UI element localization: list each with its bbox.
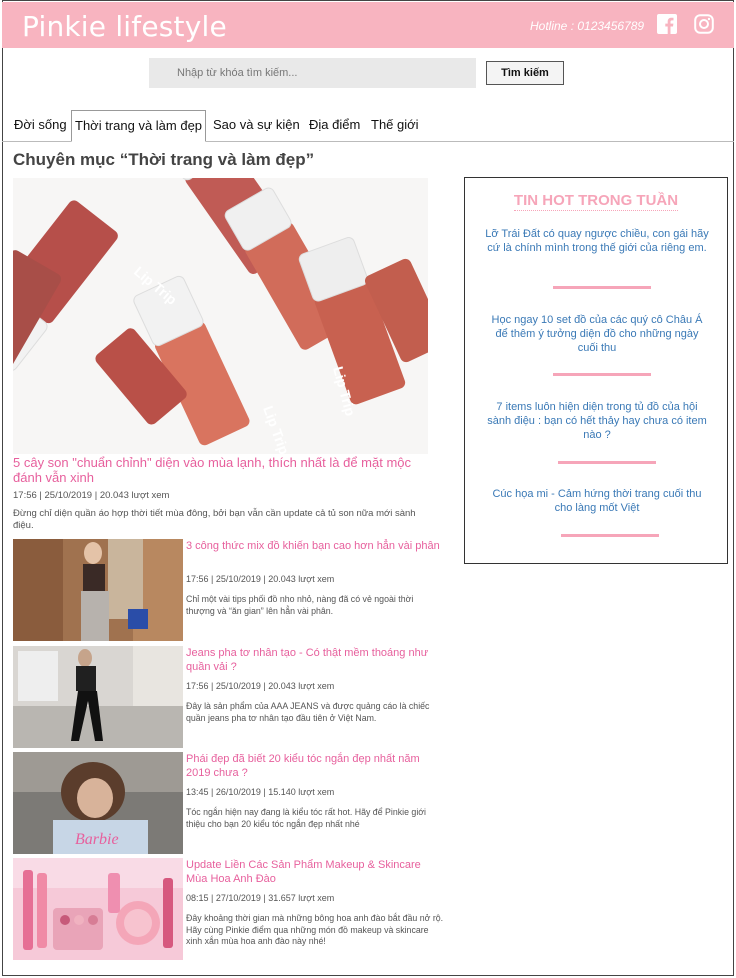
article-thumbnail[interactable] — [13, 858, 183, 960]
search-button[interactable]: Tìm kiếm — [486, 61, 564, 85]
facebook-icon[interactable] — [657, 14, 677, 34]
hotline-text: Hotline : 0123456789 — [530, 19, 645, 33]
tab-sao-su-kien[interactable]: Sao và sự kiện — [210, 110, 303, 141]
hot-news-link[interactable]: Lỡ Trái Đất có quay ngược chiều, con gái… — [485, 227, 709, 255]
article-thumbnail[interactable] — [13, 539, 183, 641]
article-meta: 08:15 | 27/10/2019 | 31.657 lượt xem — [186, 893, 335, 903]
hot-news-link[interactable]: 7 items luôn hiện diện trong tủ đồ của h… — [485, 400, 709, 442]
hero-article-title[interactable]: 5 cây son "chuẩn chỉnh" diện vào mùa lạn… — [13, 455, 433, 485]
hero-lipstick-image[interactable]: Lip Trip Lip Trip Lip Trip — [13, 178, 428, 454]
tab-the-gioi[interactable]: Thế giới — [368, 110, 422, 141]
divider — [558, 461, 656, 464]
article-title[interactable]: 3 công thức mix đồ khiến bạn cao hơn hẳn… — [186, 539, 444, 553]
hero-article-desc: Đừng chỉ diện quần áo hợp thời tiết mùa … — [13, 508, 416, 531]
article-item[interactable]: Barbie Phái đẹp đã biết 20 kiểu tóc ngắn… — [13, 752, 443, 854]
divider — [553, 286, 651, 289]
site-logo[interactable]: Pinkie lifestyle — [22, 10, 227, 43]
article-thumbnail[interactable] — [13, 646, 183, 748]
instagram-icon[interactable] — [694, 14, 714, 34]
tab-dia-diem[interactable]: Địa điểm — [306, 110, 363, 141]
tab-doi-song[interactable]: Đời sống — [11, 110, 70, 141]
article-thumbnail[interactable]: Barbie — [13, 752, 183, 854]
article-desc: Đây là sản phẩm của AAA JEANS và được qu… — [186, 701, 430, 723]
article-item[interactable]: Jeans pha tơ nhân tạo - Có thật mềm thoá… — [13, 646, 443, 748]
sidebar-title: TIN HOT TRONG TUẦN — [465, 192, 727, 211]
hot-news-link[interactable]: Học ngay 10 set đồ của các quý cô Châu Á… — [485, 313, 709, 355]
article-meta: 17:56 | 25/10/2019 | 20.043 lượt xem — [186, 681, 335, 691]
article-item[interactable]: 3 công thức mix đồ khiến bạn cao hơn hẳn… — [13, 539, 443, 641]
hot-news-link[interactable]: Cúc họa mi - Cảm hứng thời trang cuối th… — [485, 487, 709, 515]
article-desc: Chỉ một vài tips phối đồ nho nhỏ, nàng đ… — [186, 594, 414, 616]
site-header: Pinkie lifestyle Hotline : 0123456789 — [2, 2, 734, 48]
page-title: Chuyên mục “Thời trang và làm đẹp” — [13, 150, 315, 169]
article-title[interactable]: Phái đẹp đã biết 20 kiểu tóc ngắn đẹp nh… — [186, 752, 444, 780]
hot-news-sidebar: TIN HOT TRONG TUẦN Lỡ Trái Đất có quay n… — [464, 177, 728, 564]
tab-thoi-trang-lam-dep[interactable]: Thời trang và làm đẹp — [71, 110, 207, 142]
thumbnail-text: Barbie — [75, 831, 119, 848]
article-meta: 17:56 | 25/10/2019 | 20.043 lượt xem — [186, 574, 335, 584]
divider — [561, 534, 659, 537]
divider — [553, 373, 651, 376]
article-meta: 13:45 | 26/10/2019 | 15.140 lượt xem — [186, 787, 335, 797]
article-desc: Đây khoảng thời gian mà những bông hoa a… — [186, 913, 444, 946]
sidebar-title-text: TIN HOT TRONG TUẦN — [513, 192, 679, 211]
article-item[interactable]: Update Liền Các Sản Phẩm Makeup & Skinca… — [13, 858, 443, 960]
article-desc: Tóc ngắn hiện nay đang là kiểu tóc rất h… — [186, 807, 427, 829]
article-title[interactable]: Jeans pha tơ nhân tạo - Có thật mềm thoá… — [186, 646, 444, 674]
category-nav: Đời sống Thời trang và làm đẹp Sao và sự… — [2, 110, 734, 142]
search-input[interactable]: Nhập từ khóa tìm kiếm... — [149, 58, 476, 88]
hero-article-meta: 17:56 | 25/10/2019 | 20.043 lượt xem — [13, 490, 170, 501]
article-title[interactable]: Update Liền Các Sản Phẩm Makeup & Skinca… — [186, 858, 444, 886]
